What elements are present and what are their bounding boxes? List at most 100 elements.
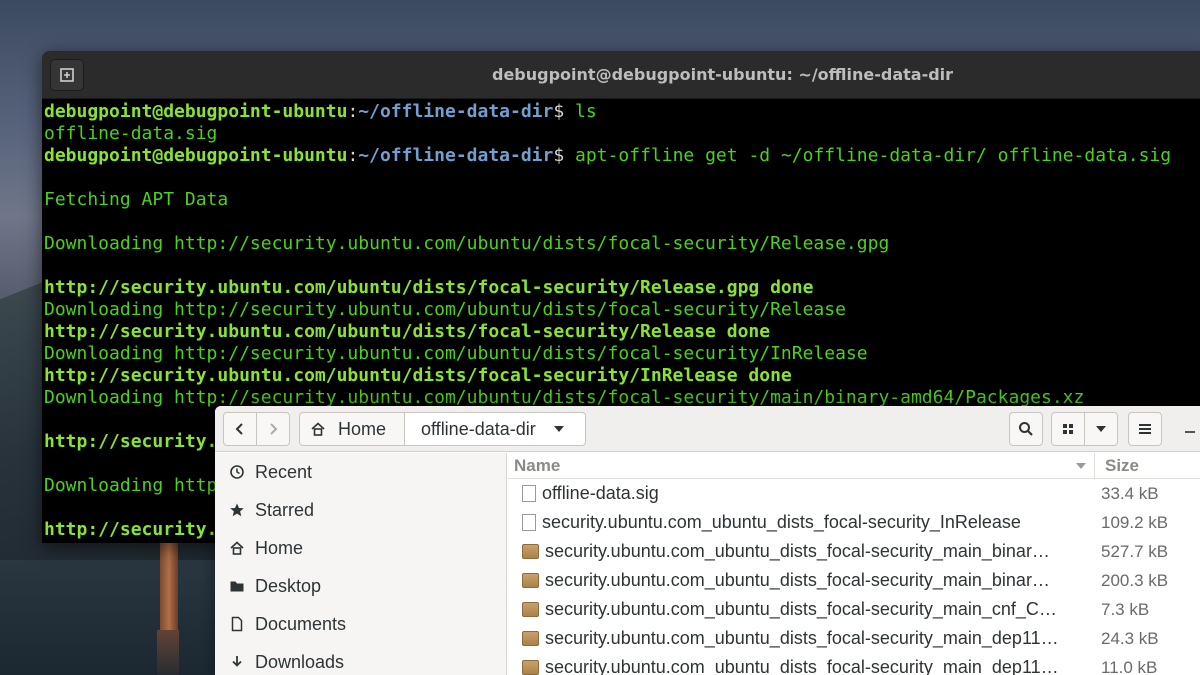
file-name-cell: security.ubuntu.com_ubuntu_dists_focal-s… — [508, 512, 1095, 533]
file-row[interactable]: security.ubuntu.com_ubuntu_dists_focal-s… — [508, 595, 1200, 624]
terminal-line: http://security.ubuntu.com/ubuntu/dists/… — [44, 321, 1200, 343]
file-row[interactable]: offline-data.sig 33.4 kB — [508, 479, 1200, 508]
wallpaper-water — [0, 560, 240, 675]
search-button[interactable] — [1009, 412, 1043, 446]
package-file-icon — [522, 631, 539, 646]
output-text: http://security.ubuntu.com/ubuntu/dists/… — [44, 277, 814, 298]
file-manager-headerbar: Home offline-data-dir — [215, 406, 1200, 452]
file-name-cell: security.ubuntu.com_ubuntu_dists_focal-s… — [508, 657, 1095, 675]
terminal-line: debugpoint@debugpoint-ubuntu:~/offline-d… — [44, 101, 1200, 123]
file-size: 527.7 kB — [1101, 541, 1169, 561]
output-text: http://security.ubuntu.com/ubuntu/dists/… — [44, 365, 792, 386]
search-icon — [1019, 422, 1033, 436]
view-toggle-button[interactable] — [1051, 412, 1085, 446]
minimize-button[interactable] — [1185, 418, 1195, 439]
clock-icon — [230, 465, 244, 479]
breadcrumb-current-dir[interactable]: offline-data-dir — [404, 412, 586, 446]
sidebar-item-label: Documents — [255, 613, 347, 634]
file-size: 200.3 kB — [1101, 570, 1169, 590]
breadcrumb-home[interactable]: Home — [299, 412, 405, 446]
package-file-icon — [522, 573, 539, 588]
file-name-cell: security.ubuntu.com_ubuntu_dists_focal-s… — [508, 541, 1095, 562]
document-icon — [231, 616, 243, 632]
file-name: security.ubuntu.com_ubuntu_dists_focal-s… — [542, 512, 1021, 532]
file-name: offline-data.sig — [542, 483, 659, 503]
text-file-icon — [522, 514, 536, 531]
sidebar-item-label: Desktop — [255, 575, 322, 596]
view-options-button[interactable] — [1084, 412, 1118, 446]
file-size: 7.3 kB — [1101, 599, 1150, 619]
file-manager-window[interactable]: Home offline-data-dir Recent Starred Hom… — [215, 406, 1200, 675]
name-column-header[interactable]: Name — [508, 453, 1095, 478]
back-button[interactable] — [223, 412, 257, 446]
file-name: security.ubuntu.com_ubuntu_dists_focal-s… — [545, 599, 1057, 619]
places-sidebar: Recent Starred Home Desktop Documents Downloa… — [215, 453, 507, 675]
sidebar-item-label: Downloads — [255, 651, 345, 672]
output-text: Downloading http://security.ubuntu.com/u… — [44, 343, 868, 364]
sidebar-item-label: Recent — [255, 461, 313, 482]
size-column-header[interactable]: Size — [1095, 456, 1200, 476]
sort-arrow-icon — [1076, 462, 1086, 469]
chevron-down-icon — [1096, 426, 1106, 432]
dropdown-arrow-icon — [553, 426, 564, 432]
prompt-separator: : — [347, 101, 359, 122]
sidebar-item-documents[interactable]: Documents — [215, 605, 506, 643]
text-file-icon — [522, 485, 536, 502]
file-name-cell: security.ubuntu.com_ubuntu_dists_focal-s… — [508, 570, 1095, 591]
forward-button[interactable] — [256, 412, 290, 446]
file-list: Name Size offline-data.sig 33.4 kB securit… — [508, 453, 1200, 675]
file-row[interactable]: security.ubuntu.com_ubuntu_dists_focal-s… — [508, 508, 1200, 537]
terminal-line: http://security.ubuntu.com/ubuntu/dists/… — [44, 365, 1200, 387]
terminal-line: Downloading http://security.ubuntu.com/u… — [44, 299, 1200, 321]
chevron-right-icon — [270, 423, 278, 435]
file-rows: offline-data.sig 33.4 kB security.ubuntu.c… — [508, 479, 1200, 675]
prompt-user: debugpoint@debugpoint-ubuntu — [44, 145, 348, 166]
file-row[interactable]: security.ubuntu.com_ubuntu_dists_focal-s… — [508, 624, 1200, 653]
output-text: http://security.ubuntu.com/ubuntu/dists/… — [44, 321, 771, 342]
folder-icon-wrap — [229, 578, 245, 594]
name-column-label: Name — [514, 455, 561, 475]
prompt-separator: : — [347, 145, 359, 166]
document-icon-wrap — [229, 616, 245, 632]
terminal-line: debugpoint@debugpoint-ubuntu:~/offline-d… — [44, 145, 1200, 167]
sidebar-item-desktop[interactable]: Desktop — [215, 567, 506, 605]
prompt-dollar: $ — [553, 101, 576, 122]
clock-icon-wrap — [229, 464, 245, 480]
file-name: security.ubuntu.com_ubuntu_dists_focal-s… — [545, 628, 1059, 648]
sidebar-item-downloads[interactable]: Downloads — [215, 643, 506, 675]
chevron-left-icon — [235, 423, 243, 435]
file-row[interactable]: security.ubuntu.com_ubuntu_dists_focal-s… — [508, 653, 1200, 675]
prompt-path: ~/offline-data-dir — [358, 145, 554, 166]
new-tab-icon — [60, 68, 74, 82]
prompt-user: debugpoint@debugpoint-ubuntu — [44, 101, 348, 122]
file-name: security.ubuntu.com_ubuntu_dists_focal-s… — [545, 541, 1050, 561]
home-icon — [311, 422, 325, 436]
terminal-titlebar[interactable]: debugpoint@debugpoint-ubuntu: ~/offline-… — [42, 51, 1200, 99]
sidebar-item-recent[interactable]: Recent — [215, 453, 506, 491]
file-name-cell: security.ubuntu.com_ubuntu_dists_focal-s… — [508, 628, 1095, 649]
output-text: Downloading http://security.ubuntu.com/u… — [44, 299, 846, 320]
sidebar-item-home[interactable]: Home — [215, 529, 506, 567]
terminal-line: offline-data.sig — [44, 123, 1200, 145]
output-text: http://security. — [44, 431, 218, 452]
file-row[interactable]: security.ubuntu.com_ubuntu_dists_focal-s… — [508, 566, 1200, 595]
package-file-icon — [522, 544, 539, 559]
package-file-icon — [522, 602, 539, 617]
sidebar-item-label: Starred — [255, 499, 315, 520]
file-row[interactable]: security.ubuntu.com_ubuntu_dists_focal-s… — [508, 537, 1200, 566]
menu-button[interactable] — [1128, 412, 1162, 446]
prompt-dollar: $ — [553, 145, 576, 166]
download-icon-wrap — [229, 654, 245, 670]
output-text: Downloading http://security.ubuntu.com/u… — [44, 387, 1085, 408]
sidebar-item-label: Home — [255, 537, 304, 558]
command-text: ls — [575, 101, 597, 122]
terminal-line: Fetching APT Data — [44, 189, 1200, 211]
breadcrumb-home-label: Home — [338, 418, 387, 439]
sidebar-item-starred[interactable]: Starred — [215, 491, 506, 529]
new-tab-button[interactable] — [50, 59, 84, 91]
package-file-icon — [522, 660, 539, 675]
wallpaper-pole-reflection — [157, 630, 179, 675]
file-name-cell: security.ubuntu.com_ubuntu_dists_focal-s… — [508, 599, 1095, 620]
prompt-path: ~/offline-data-dir — [358, 101, 554, 122]
